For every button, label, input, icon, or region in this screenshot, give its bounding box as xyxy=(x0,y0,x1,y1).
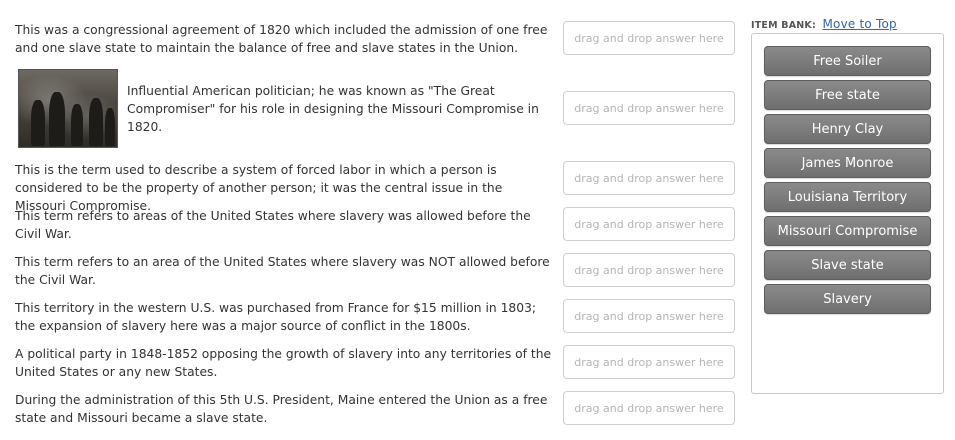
question-text-1: This was a congressional agreement of 18… xyxy=(15,23,548,55)
question-text-6: This territory in the western U.S. was p… xyxy=(15,301,537,333)
drop-zone-8[interactable]: drag and drop answer here xyxy=(563,391,735,425)
answer-chip-free-state[interactable]: Free state xyxy=(764,80,931,110)
question-text-7: A political party in 1848-1852 opposing … xyxy=(15,347,552,379)
drop-zone-4[interactable]: drag and drop answer here xyxy=(563,207,735,241)
question-text-5: This term refers to an area of the Unite… xyxy=(15,255,550,287)
answer-chip-missouri-compromise[interactable]: Missouri Compromise xyxy=(764,216,931,246)
answer-chip-slave-state[interactable]: Slave state xyxy=(764,250,931,280)
drop-zone-6[interactable]: drag and drop answer here xyxy=(563,299,735,333)
question-text-8: During the administration of this 5th U.… xyxy=(15,393,548,425)
answer-chip-louisiana-territory[interactable]: Louisiana Territory xyxy=(764,182,931,212)
item-bank-label: ITEM BANK: xyxy=(751,20,816,31)
item-bank-header: ITEM BANK: Move to Top xyxy=(751,17,897,31)
drop-zone-5[interactable]: drag and drop answer here xyxy=(563,253,735,287)
move-to-top-link[interactable]: Move to Top xyxy=(823,17,897,31)
drop-zone-3[interactable]: drag and drop answer here xyxy=(563,161,735,195)
question-text-4: This term refers to areas of the United … xyxy=(15,209,531,241)
drop-zone-2[interactable]: drag and drop answer here xyxy=(563,91,735,125)
historical-painting-image xyxy=(18,69,118,148)
answer-chip-free-soiler[interactable]: Free Soiler xyxy=(764,46,931,76)
answer-chip-james-monroe[interactable]: James Monroe xyxy=(764,148,931,178)
answer-chip-henry-clay[interactable]: Henry Clay xyxy=(764,114,931,144)
drop-zone-7[interactable]: drag and drop answer here xyxy=(563,345,735,379)
question-text-2: Influential American politician; he was … xyxy=(127,84,539,134)
drop-zone-1[interactable]: drag and drop answer here xyxy=(563,21,735,55)
answer-chip-slavery[interactable]: Slavery xyxy=(764,284,931,314)
